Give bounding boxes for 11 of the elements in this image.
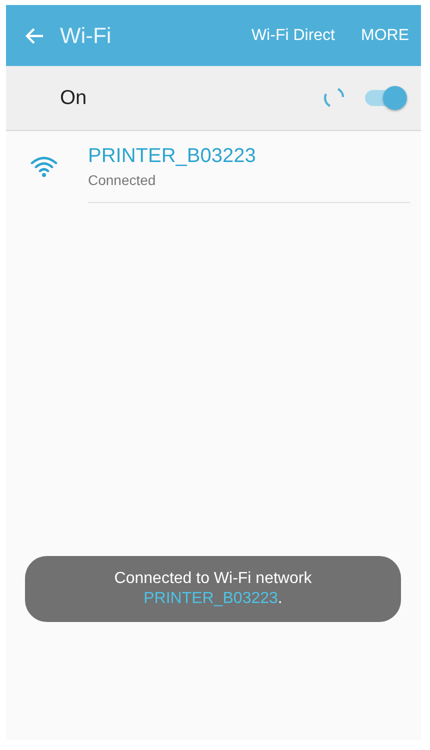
network-row[interactable]: PRINTER_B03223 Connected: [6, 131, 421, 203]
network-status: Connected: [88, 172, 156, 188]
back-arrow-icon: [24, 26, 44, 44]
switch-label: On: [60, 86, 88, 110]
toggle-switch[interactable]: [363, 85, 407, 111]
screen-title: Wi-Fi: [60, 22, 112, 48]
action-button[interactable]: Wi-Fi Direct: [251, 22, 335, 48]
switch-row[interactable]: On: [6, 66, 421, 131]
action-button[interactable]: MORE: [361, 22, 409, 48]
toast-message: Connected to Wi-Fi network PRINTER_B03223.: [114, 569, 312, 609]
network-name: PRINTER_B03223: [88, 145, 256, 168]
